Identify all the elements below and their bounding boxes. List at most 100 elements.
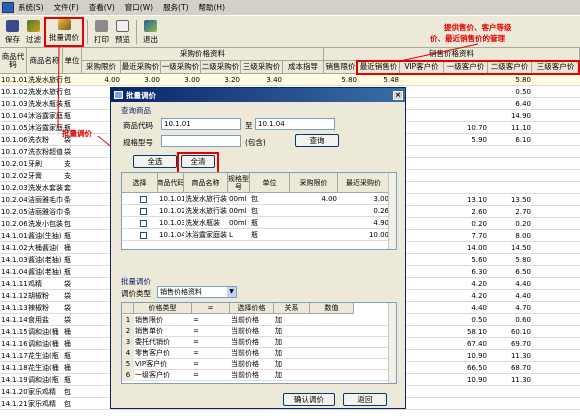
table-cell-c2[interactable]: 11.10 — [488, 123, 532, 134]
table-cell-code[interactable]: 10.1.02 — [0, 87, 27, 98]
col-header-recent-sale[interactable]: 最近销售价 — [358, 61, 400, 74]
table-cell-vip[interactable] — [400, 75, 444, 86]
table-cell-vip[interactable] — [400, 279, 444, 290]
rule-cell-eq[interactable]: = — [192, 359, 230, 370]
list-cell-recent[interactable]: 4.90 — [338, 218, 390, 229]
select-checkbox[interactable] — [140, 232, 147, 239]
table-cell-code[interactable]: 14.1.12 — [0, 291, 27, 302]
back-button[interactable]: 返回 — [343, 393, 387, 406]
table-cell-p_recent[interactable]: 3.00 — [121, 75, 161, 86]
table-cell-code[interactable]: 10.2.06 — [0, 219, 27, 230]
table-cell-name[interactable]: 洁丽雅浴巾 — [27, 207, 63, 218]
table-cell-c2[interactable]: 6.40 — [488, 99, 532, 110]
table-cell-unit[interactable]: 袋 — [63, 279, 82, 290]
col-header-sale-limit[interactable]: 销售限价 — [324, 61, 358, 74]
table-cell-p3[interactable]: 3.40 — [241, 75, 283, 86]
list-cell-spec[interactable]: L — [228, 230, 250, 241]
rule-cell-value[interactable] — [310, 370, 354, 381]
table-cell-unit[interactable]: 瓶 — [63, 267, 82, 278]
table-cell-c2[interactable]: 5.80 — [488, 255, 532, 266]
menu-window[interactable]: 窗口(W) — [125, 2, 153, 13]
table-cell-c3[interactable] — [532, 303, 578, 314]
list-cell-spec[interactable]: 00ml — [228, 218, 250, 229]
rule-cell-value[interactable] — [310, 359, 354, 370]
table-cell-vip[interactable] — [400, 207, 444, 218]
chevron-down-icon[interactable]: ▼ — [227, 287, 236, 297]
table-cell-unit[interactable]: 瓶 — [63, 99, 82, 110]
col-header-purchase-l2[interactable]: 二级采购价 — [201, 61, 241, 74]
rule-cell-price[interactable]: 当前价格 — [230, 315, 274, 326]
table-cell-c1[interactable] — [444, 147, 488, 158]
table-cell-c1[interactable]: 6.30 — [444, 267, 488, 278]
table-cell-c3[interactable] — [532, 195, 578, 206]
rule-cell-type[interactable]: VIP客户价 — [134, 359, 192, 370]
table-cell-c1[interactable] — [444, 159, 488, 170]
list-header-spec[interactable]: 规格型号 — [228, 173, 250, 193]
table-cell-vip[interactable] — [400, 399, 444, 410]
table-cell-c2[interactable] — [488, 159, 532, 170]
list-cell-code[interactable]: 10.1.02 — [158, 206, 184, 217]
rule-cell-value[interactable] — [310, 337, 354, 348]
table-cell-c2[interactable]: 11.30 — [488, 375, 532, 386]
rule-cell-eq[interactable]: = — [192, 370, 230, 381]
table-cell-code[interactable]: 14.1.15 — [0, 327, 27, 338]
col-header-recent-purchase[interactable]: 最近采购价 — [121, 61, 161, 74]
filter-button[interactable]: 过滤 — [23, 17, 44, 47]
table-cell-c2[interactable]: 0.60 — [488, 315, 532, 326]
table-cell-c2[interactable] — [488, 183, 532, 194]
table-cell-c2[interactable] — [488, 387, 532, 398]
list-cell-recent[interactable]: 10.00 — [338, 230, 390, 241]
list-cell-name[interactable]: 洗发水瓶装 — [184, 218, 228, 229]
table-cell-unit[interactable]: 瓶 — [63, 375, 82, 386]
rule-cell-price[interactable]: 当前价格 — [230, 348, 274, 359]
list-header-name[interactable]: 商品名称 — [184, 173, 228, 193]
list-cell-unit[interactable]: 瓶 — [250, 218, 290, 229]
list-cell-unit[interactable]: 瓶 — [250, 230, 290, 241]
table-cell-name[interactable]: 花生油(桶 — [27, 363, 63, 374]
table-cell-vip[interactable] — [400, 159, 444, 170]
table-cell-unit[interactable]: 瓶 — [63, 231, 82, 242]
table-cell-c3[interactable] — [532, 279, 578, 290]
table-cell-vip[interactable] — [400, 111, 444, 122]
list-cell-unit[interactable]: 包 — [250, 194, 290, 205]
table-cell-code[interactable]: 14.1.02 — [0, 243, 27, 254]
table-cell-vip[interactable] — [400, 87, 444, 98]
list-cell-code[interactable]: 10.1.03 — [158, 218, 184, 229]
table-cell-c1[interactable]: 10.90 — [444, 375, 488, 386]
table-cell-code[interactable]: 14.1.14 — [0, 315, 27, 326]
table-cell-c1[interactable]: 58.10 — [444, 327, 488, 338]
table-cell-c3[interactable] — [532, 351, 578, 362]
table-cell-vip[interactable] — [400, 195, 444, 206]
table-cell-p_limit[interactable]: 4.00 — [82, 75, 121, 86]
table-cell-c2[interactable]: 0.50 — [488, 87, 532, 98]
table-cell-vip[interactable] — [400, 183, 444, 194]
table-cell-name[interactable]: 洁丽雅毛巾 — [27, 195, 63, 206]
table-cell-c2[interactable]: 4.40 — [488, 291, 532, 302]
select-all-button[interactable]: 全选 — [133, 155, 177, 168]
list-cell-limit[interactable] — [290, 206, 338, 217]
confirm-price-button[interactable]: 确认调价 — [283, 393, 335, 406]
list-cell-name[interactable]: 洗发水旅行装 — [184, 194, 228, 205]
list-cell-recent[interactable]: 0.26 — [338, 206, 390, 217]
rule-row[interactable]: 5 VIP客户价 = 当前价格加 — [122, 359, 390, 370]
table-cell-unit[interactable]: 桶 — [63, 339, 82, 350]
table-cell-name[interactable]: 酱油(老抽) — [27, 255, 63, 266]
table-cell-code[interactable]: 14.1.13 — [0, 303, 27, 314]
table-cell-name[interactable]: 洗发水套装 — [27, 183, 63, 194]
table-cell-c3[interactable] — [532, 231, 578, 242]
code-to-input[interactable]: 10.1.04 — [255, 118, 335, 130]
col-header-unit[interactable]: 单位 — [63, 48, 82, 74]
table-cell-c1[interactable] — [444, 399, 488, 410]
table-cell-unit[interactable]: 瓶 — [63, 111, 82, 122]
table-cell-c3[interactable] — [532, 171, 578, 182]
table-cell-unit[interactable]: 桶 — [63, 363, 82, 374]
table-cell-unit[interactable]: 包 — [63, 387, 82, 398]
table-cell-code[interactable]: 10.1.06 — [0, 135, 27, 146]
list-cell-recent[interactable]: 3.00 — [338, 194, 390, 205]
table-cell-vip[interactable] — [400, 363, 444, 374]
rule-cell-rel[interactable]: 加 — [274, 348, 310, 359]
list-header-limit[interactable]: 采购限价 — [290, 173, 338, 193]
table-cell-c2[interactable]: 4.70 — [488, 303, 532, 314]
list-item[interactable]: 10.1.03 洗发水瓶装 00ml 瓶 4.90 — [122, 218, 390, 229]
rule-cell-value[interactable] — [310, 326, 354, 337]
